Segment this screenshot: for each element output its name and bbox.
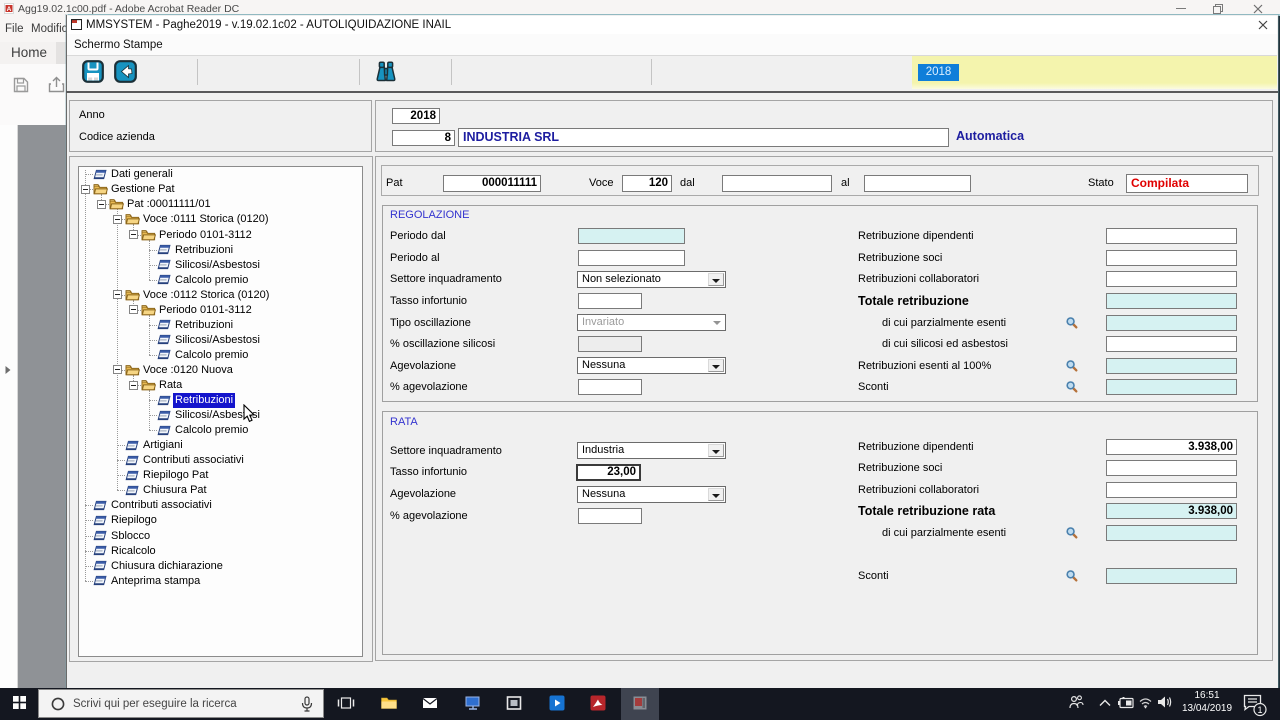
svg-text:1: 1 (1257, 705, 1262, 715)
svg-text:A: A (7, 6, 12, 13)
